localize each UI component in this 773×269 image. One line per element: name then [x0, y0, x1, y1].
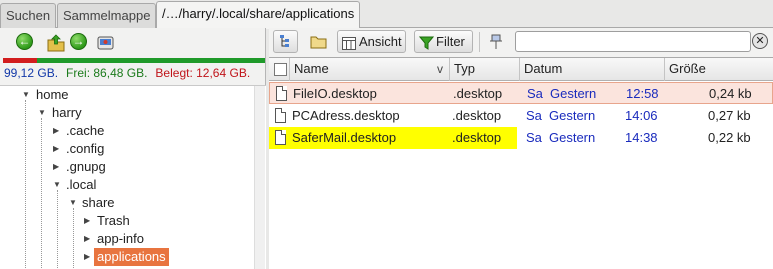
- table-header: Name v Typ Datum Größe: [269, 58, 773, 81]
- file-day: Sa: [526, 108, 542, 123]
- tree-guide-line: [25, 100, 26, 269]
- file-type: .desktop: [452, 108, 502, 123]
- clear-icon[interactable]: ✕: [752, 33, 768, 49]
- file-icon: [276, 86, 287, 101]
- tree-scrollbar[interactable]: [254, 86, 265, 269]
- tree-node-cache[interactable]: .cache: [66, 122, 104, 140]
- tab-search[interactable]: Suchen: [0, 3, 57, 28]
- column-header-date[interactable]: Datum: [520, 58, 665, 81]
- file-size: 0,27 kb: [708, 108, 751, 123]
- column-header-size[interactable]: Größe: [665, 58, 773, 81]
- file-icon: [275, 130, 286, 145]
- file-pane: Ansicht Filter ✕ Name v Typ Datum Größe …: [269, 28, 773, 269]
- disk-used-fill: [3, 58, 37, 63]
- tree-guide-line: [41, 118, 42, 269]
- column-label-name: Name: [294, 61, 329, 76]
- column-header-name[interactable]: Name v: [290, 58, 450, 81]
- directory-pane: ← → 99,12 GB. Frei: 86,48 GB. Belegt: 12,6…: [0, 28, 266, 269]
- disk-total: 99,12 GB.: [4, 66, 59, 80]
- tree-node-harry[interactable]: harry: [52, 104, 82, 122]
- disk-info: 99,12 GB. Frei: 86,48 GB. Belegt: 12,64 GB…: [4, 66, 250, 80]
- file-name: SaferMail.desktop: [292, 130, 397, 145]
- tree-node-trash[interactable]: Trash: [97, 212, 130, 230]
- tree-node-share[interactable]: share: [82, 194, 115, 212]
- tree-node-home[interactable]: home: [36, 86, 69, 104]
- disk-used: Belegt: 12,64 GB.: [155, 66, 251, 80]
- tree-node-applications[interactable]: applications: [94, 248, 169, 266]
- file-day: Sa: [526, 130, 542, 145]
- file-date: Gestern: [549, 108, 596, 123]
- filter-button[interactable]: Filter: [414, 30, 473, 53]
- new-folder-button[interactable]: [305, 30, 330, 53]
- folder-icon: [310, 34, 327, 55]
- sort-indicator-icon: v: [437, 62, 443, 76]
- expanded-arrow-icon[interactable]: ▼: [69, 198, 77, 207]
- funnel-icon: [418, 35, 435, 56]
- left-toolbar: ← →: [0, 28, 266, 56]
- select-all-checkbox[interactable]: [274, 63, 287, 76]
- file-day: Sa: [527, 86, 543, 101]
- forward-icon[interactable]: →: [70, 33, 90, 53]
- pin-icon: [489, 34, 503, 56]
- tree-guide-line: [73, 208, 74, 269]
- file-date: Gestern: [550, 86, 597, 101]
- tree-node-config[interactable]: .config: [66, 140, 104, 158]
- pin-button[interactable]: [484, 30, 507, 53]
- folder-up-icon[interactable]: [46, 33, 66, 53]
- file-size: 0,22 kb: [708, 130, 751, 145]
- file-name: PCAdress.desktop: [292, 108, 400, 123]
- file-time: 14:38: [625, 130, 658, 145]
- file-list: Name v Typ Datum Größe FileIO.desktop .d…: [269, 57, 773, 269]
- expanded-arrow-icon[interactable]: ▼: [53, 180, 61, 189]
- table-row[interactable]: SaferMail.desktop .desktop Sa Gestern 14…: [269, 127, 773, 149]
- column-header-type[interactable]: Typ: [450, 58, 520, 81]
- file-icon: [275, 108, 286, 123]
- tree-toggle-button[interactable]: [273, 30, 298, 53]
- table-row[interactable]: FileIO.desktop .desktop Sa Gestern 12:58…: [269, 82, 773, 104]
- tab-bar: Suchen Sammelmappe /…/harry/.local/share…: [0, 0, 773, 29]
- expanded-arrow-icon[interactable]: ▼: [22, 90, 30, 99]
- tree-node-app-info[interactable]: app-info: [97, 230, 144, 248]
- expanded-arrow-icon[interactable]: ▼: [38, 108, 46, 117]
- collapsed-arrow-icon[interactable]: ▶: [84, 252, 90, 261]
- tree-node-gnupg[interactable]: .gnupg: [66, 158, 106, 176]
- collapsed-arrow-icon[interactable]: ▶: [84, 216, 90, 225]
- disk-free: Frei: 86,48 GB.: [66, 66, 148, 80]
- tree-toggle-icon: [279, 34, 293, 55]
- file-size: 0,24 kb: [709, 86, 752, 101]
- collapsed-arrow-icon[interactable]: ▶: [84, 234, 90, 243]
- view-icon: [342, 35, 356, 56]
- right-toolbar: Ansicht Filter ✕: [269, 28, 773, 56]
- collapsed-arrow-icon[interactable]: ▶: [53, 144, 59, 153]
- tree-guide-line: [57, 190, 58, 269]
- filter-input[interactable]: [515, 31, 751, 52]
- collapsed-arrow-icon[interactable]: ▶: [53, 162, 59, 171]
- file-time: 12:58: [626, 86, 659, 101]
- select-all-column[interactable]: [269, 58, 290, 81]
- disk-usage-bar: [3, 58, 265, 63]
- view-label: Ansicht: [359, 34, 402, 49]
- file-type: .desktop: [453, 86, 503, 101]
- filter-label: Filter: [436, 34, 465, 49]
- back-icon[interactable]: ←: [16, 33, 36, 53]
- collapsed-arrow-icon[interactable]: ▶: [53, 126, 59, 135]
- folder-tree[interactable]: ▼ home ▼ harry ▶ .cache ▶ .config ▶ .gnu…: [0, 85, 266, 269]
- view-button[interactable]: Ansicht: [337, 30, 406, 53]
- drive-icon[interactable]: [96, 33, 116, 53]
- toolbar-separator: [479, 32, 480, 52]
- file-type: .desktop: [452, 130, 502, 145]
- file-name: FileIO.desktop: [293, 86, 377, 101]
- tab-current-path[interactable]: /…/harry/.local/share/applications: [156, 1, 361, 29]
- table-row[interactable]: PCAdress.desktop .desktop Sa Gestern 14:…: [269, 105, 773, 127]
- tree-node-local[interactable]: .local: [66, 176, 96, 194]
- tab-collection[interactable]: Sammelmappe: [57, 3, 157, 28]
- file-date: Gestern: [549, 130, 596, 145]
- file-time: 14:06: [625, 108, 658, 123]
